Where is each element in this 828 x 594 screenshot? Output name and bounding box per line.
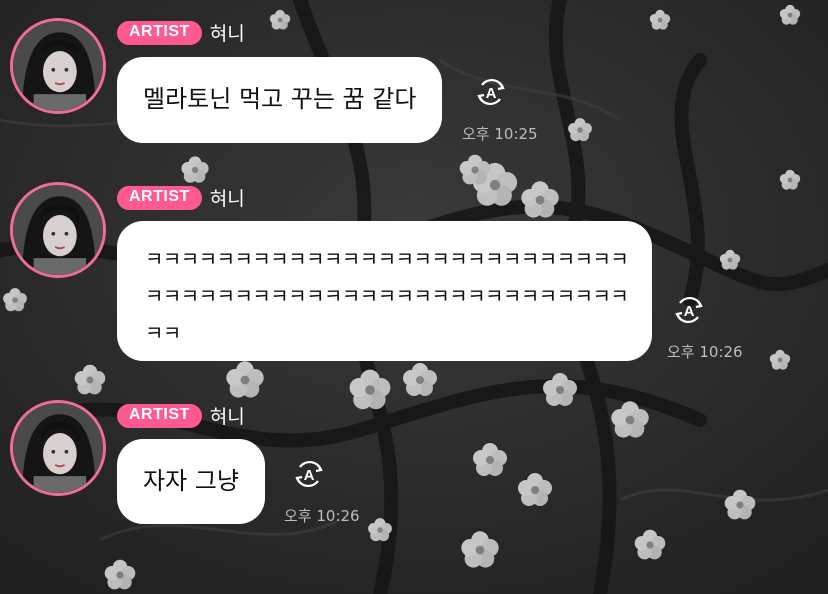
chat-message: ARTIST 혀니 자자 그냥 A 오후 10:26	[0, 0, 828, 594]
avatar[interactable]	[10, 400, 106, 496]
message-bubble[interactable]: 자자 그냥	[117, 439, 265, 524]
translate-icon[interactable]: A	[292, 457, 326, 491]
artist-badge: ARTIST	[117, 403, 202, 428]
message-text: 자자 그냥	[143, 467, 239, 495]
svg-text:A: A	[304, 467, 315, 484]
author-name: 혀니	[209, 406, 245, 428]
message-timestamp: 오후 10:26	[284, 507, 360, 525]
